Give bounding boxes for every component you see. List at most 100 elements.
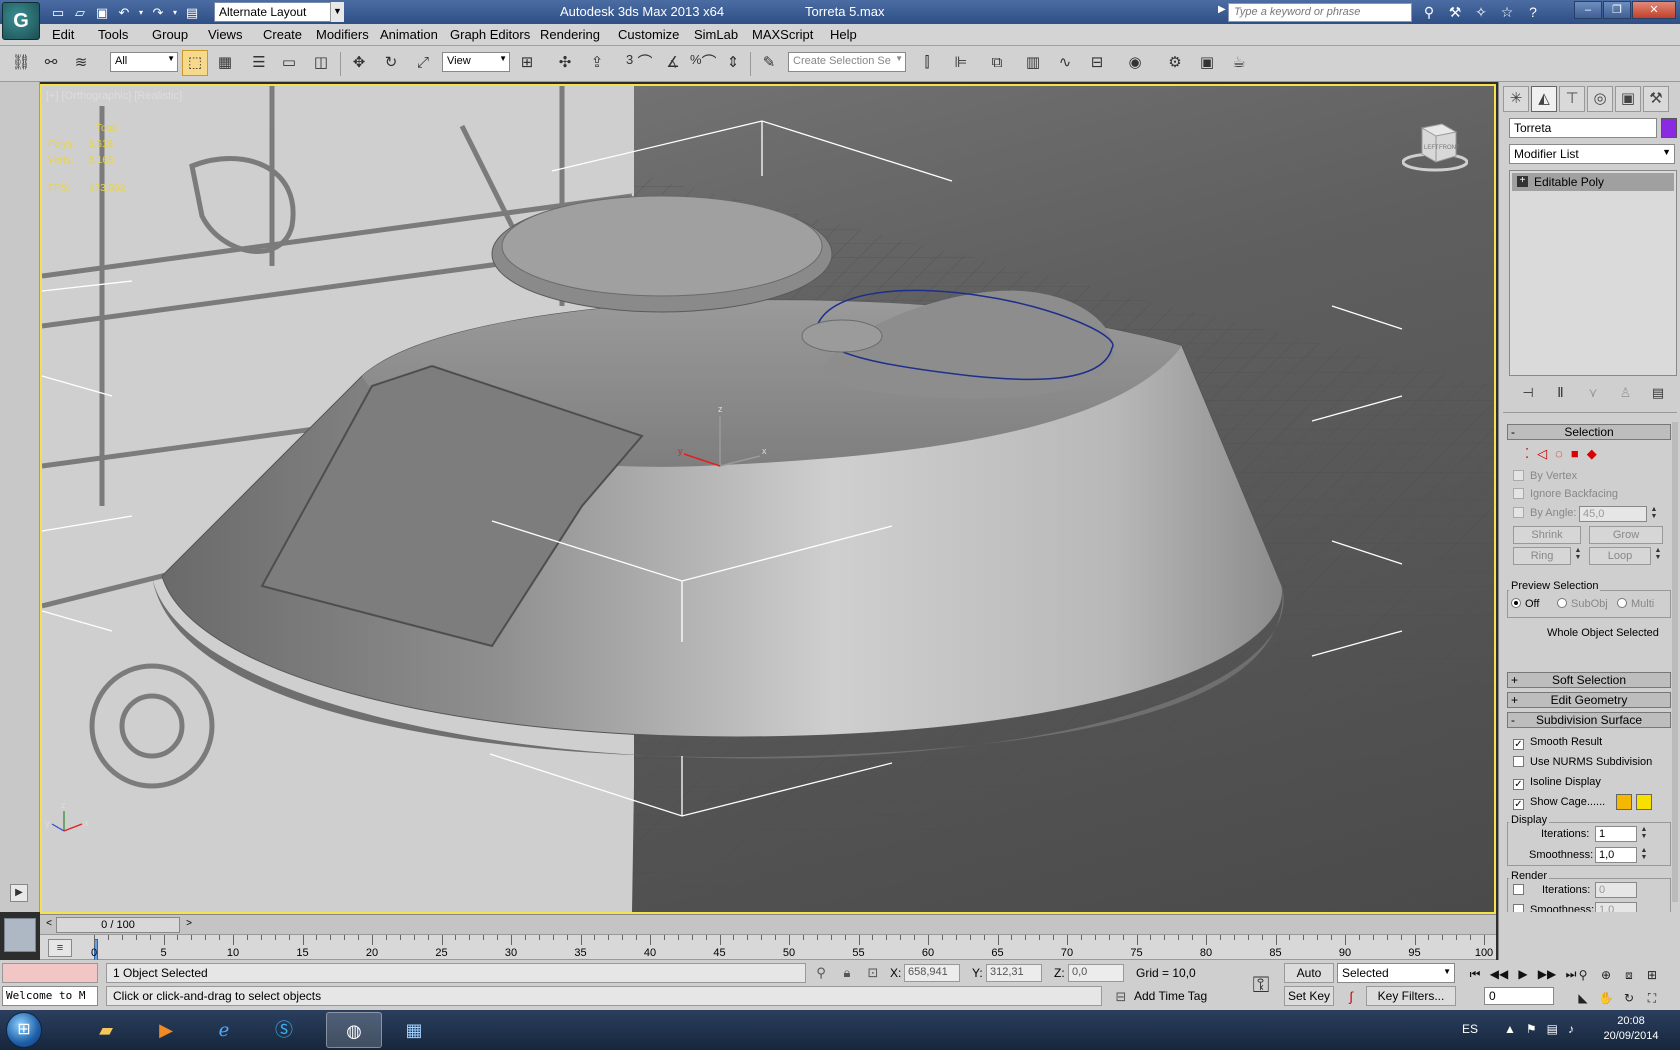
subdivision-surface-rollout-header[interactable]: - Subdivision Surface bbox=[1507, 712, 1671, 728]
start-button[interactable]: ⊞ bbox=[6, 1012, 42, 1048]
skype-taskbar-icon[interactable]: Ⓢ bbox=[256, 1012, 312, 1048]
edit-geometry-rollout-header[interactable]: + Edit Geometry bbox=[1507, 692, 1671, 708]
schematic-view-icon[interactable]: ⊟ bbox=[1084, 50, 1110, 76]
checkbox-box[interactable]: ✓ bbox=[1513, 779, 1524, 790]
zoom-extents-all-icon[interactable]: ⊞ bbox=[1641, 964, 1663, 986]
play-icon[interactable]: ▶ bbox=[1512, 964, 1534, 984]
viewport-label-menu[interactable]: [+] [Orthographic] [Realistic] bbox=[46, 90, 182, 102]
object-color-swatch[interactable] bbox=[1661, 118, 1677, 138]
undo-icon[interactable]: ↶ bbox=[114, 3, 134, 22]
redo-dropdown-icon[interactable]: ▾ bbox=[170, 3, 180, 22]
time-slider-next-button[interactable]: > bbox=[182, 917, 196, 933]
by-vertex-checkbox[interactable]: By Vertex bbox=[1513, 470, 1577, 482]
select-object-icon[interactable]: ⬚ bbox=[182, 50, 208, 76]
select-by-name-icon[interactable]: ▦ bbox=[212, 50, 238, 76]
set-key-button[interactable]: Set Key bbox=[1284, 986, 1334, 1006]
make-unique-icon[interactable]: ⋎ bbox=[1582, 382, 1604, 404]
time-slider-prev-button[interactable]: < bbox=[42, 917, 56, 933]
help-search-input[interactable]: Type a keyword or phrase bbox=[1228, 3, 1412, 22]
bind-to-space-warp-icon[interactable]: ≋ bbox=[68, 50, 94, 76]
select-and-move-icon[interactable]: ✥ bbox=[346, 50, 372, 76]
zoom-all-icon[interactable]: ⊕ bbox=[1595, 964, 1617, 986]
checkbox-box[interactable] bbox=[1513, 488, 1524, 499]
menu-graph-editors[interactable]: Graph Editors bbox=[450, 27, 530, 42]
absolute-mode-transform-icon[interactable]: ⊡ bbox=[864, 964, 882, 982]
cage-color-swatch-1[interactable] bbox=[1616, 794, 1632, 810]
keyboard-shortcut-override-icon[interactable]: ⇪ bbox=[584, 50, 610, 76]
project-folder-icon[interactable]: ▤ bbox=[182, 3, 202, 22]
shrink-button[interactable]: Shrink bbox=[1513, 526, 1581, 544]
menu-rendering[interactable]: Rendering bbox=[540, 27, 600, 42]
binoculars-icon[interactable]: ⚲ bbox=[1418, 2, 1440, 22]
configure-modifier-sets-icon[interactable]: ▤ bbox=[1647, 382, 1669, 404]
cage-color-swatch-2[interactable] bbox=[1636, 794, 1652, 810]
go-to-start-icon[interactable]: ⏮ bbox=[1464, 964, 1486, 984]
tray-up-arrow-icon[interactable]: ▲ bbox=[1504, 1022, 1516, 1036]
z-coord-field[interactable]: 0,0 bbox=[1068, 964, 1124, 982]
menu-simlab[interactable]: SimLab bbox=[694, 27, 738, 42]
selection-lock-icon[interactable]: 🔒︎ bbox=[838, 964, 856, 982]
render-iterations-checkbox[interactable]: Iterations: bbox=[1513, 884, 1590, 896]
remove-modifier-icon[interactable]: ♙ bbox=[1615, 382, 1637, 404]
radio-dot[interactable] bbox=[1557, 598, 1567, 608]
preview-multi-radio[interactable]: Multi bbox=[1617, 598, 1654, 610]
internet-explorer-taskbar-icon[interactable]: ℯ bbox=[196, 1012, 252, 1048]
viewport-layout-tab[interactable] bbox=[4, 918, 36, 952]
radio-dot[interactable] bbox=[1617, 598, 1627, 608]
selection-filter-select[interactable]: All ▼ bbox=[110, 52, 178, 72]
menu-create[interactable]: Create bbox=[263, 27, 302, 42]
field-of-view-icon[interactable]: ◣ bbox=[1572, 987, 1594, 1009]
add-time-tag-button[interactable]: Add Time Tag bbox=[1134, 989, 1207, 1003]
default-tangent-icon[interactable]: ∫ bbox=[1342, 988, 1360, 1006]
edge-icon[interactable]: ◁ bbox=[1537, 446, 1547, 462]
object-name-field[interactable]: Torreta bbox=[1509, 118, 1657, 138]
layer-manager-icon[interactable]: ⧉ bbox=[984, 50, 1010, 76]
redo-icon[interactable]: ↷ bbox=[148, 3, 168, 22]
hierarchy-tab-icon[interactable]: ⊤ bbox=[1559, 86, 1585, 112]
time-slider[interactable]: 0 / 100 bbox=[56, 917, 180, 933]
window-crossing-icon[interactable]: ◫ bbox=[308, 50, 334, 76]
save-file-icon[interactable]: ▣ bbox=[92, 3, 112, 22]
undo-dropdown-icon[interactable]: ▾ bbox=[136, 3, 146, 22]
spinner-arrows-icon[interactable]: ▲ ▼ bbox=[1649, 506, 1659, 522]
select-and-scale-icon[interactable]: ⤢ bbox=[410, 50, 436, 76]
language-indicator[interactable]: ES bbox=[1462, 1022, 1478, 1036]
key-mode-select[interactable]: Selected ▼ bbox=[1337, 963, 1455, 983]
favorites-star-icon[interactable]: ☆ bbox=[1496, 2, 1518, 22]
3dsmax-taskbar-icon[interactable]: ◍ bbox=[326, 1012, 382, 1048]
action-center-flag-icon[interactable]: ⚑ bbox=[1526, 1022, 1537, 1036]
network-icon[interactable]: ▤ bbox=[1547, 1022, 1558, 1036]
explorer-taskbar-icon[interactable]: ▰ bbox=[78, 1012, 134, 1048]
select-by-list-icon[interactable]: ☰ bbox=[246, 50, 272, 76]
maximize-button[interactable]: ❐ bbox=[1603, 1, 1631, 19]
key-filters-button[interactable]: Key Filters... bbox=[1366, 986, 1456, 1006]
loop-button[interactable]: Loop bbox=[1589, 547, 1651, 565]
ignore-backfacing-checkbox[interactable]: Ignore Backfacing bbox=[1513, 488, 1618, 500]
menu-animation[interactable]: Animation bbox=[380, 27, 438, 42]
pin-stack-icon[interactable]: ⊣ bbox=[1517, 382, 1539, 404]
curve-editor-icon[interactable]: ∿ bbox=[1052, 50, 1078, 76]
render-iterations-spinner[interactable]: 0 bbox=[1595, 882, 1637, 898]
ring-spinner-arrows-icon[interactable]: ▲ ▼ bbox=[1573, 547, 1583, 563]
percent-snap-icon[interactable]: ⌒ bbox=[696, 50, 722, 76]
workspace-select[interactable]: Alternate Layout bbox=[214, 2, 344, 22]
select-and-rotate-icon[interactable]: ↻ bbox=[378, 50, 404, 76]
modify-tab-icon[interactable]: ◭ bbox=[1531, 86, 1557, 112]
x-coord-field[interactable]: 658,941 bbox=[904, 964, 960, 982]
checkbox-box[interactable] bbox=[1513, 507, 1524, 518]
by-angle-spinner[interactable]: 45,0 bbox=[1579, 506, 1647, 522]
element-icon[interactable]: ◆ bbox=[1587, 446, 1597, 462]
rendered-frame-window-icon[interactable]: ▣ bbox=[1194, 50, 1220, 76]
material-editor-icon[interactable]: ◉ bbox=[1122, 50, 1148, 76]
show-end-result-icon[interactable]: Ⅱ bbox=[1550, 382, 1572, 404]
vertex-icon[interactable]: ⁚ bbox=[1525, 446, 1529, 462]
set-key-icon[interactable]: ⚿ bbox=[1246, 970, 1276, 1000]
soft-selection-rollout-header[interactable]: + Soft Selection bbox=[1507, 672, 1671, 688]
display-smoothness-spinner[interactable]: 1,0 bbox=[1595, 847, 1637, 863]
menu-maxscript[interactable]: MAXScript bbox=[752, 27, 813, 42]
help-icon[interactable]: ? bbox=[1522, 2, 1544, 22]
menu-group[interactable]: Group bbox=[152, 27, 188, 42]
expand-plus-icon[interactable]: + bbox=[1517, 176, 1528, 187]
display-iterations-spinner[interactable]: 1 bbox=[1595, 826, 1637, 842]
pan-view-icon[interactable]: ✋ bbox=[1595, 987, 1617, 1009]
